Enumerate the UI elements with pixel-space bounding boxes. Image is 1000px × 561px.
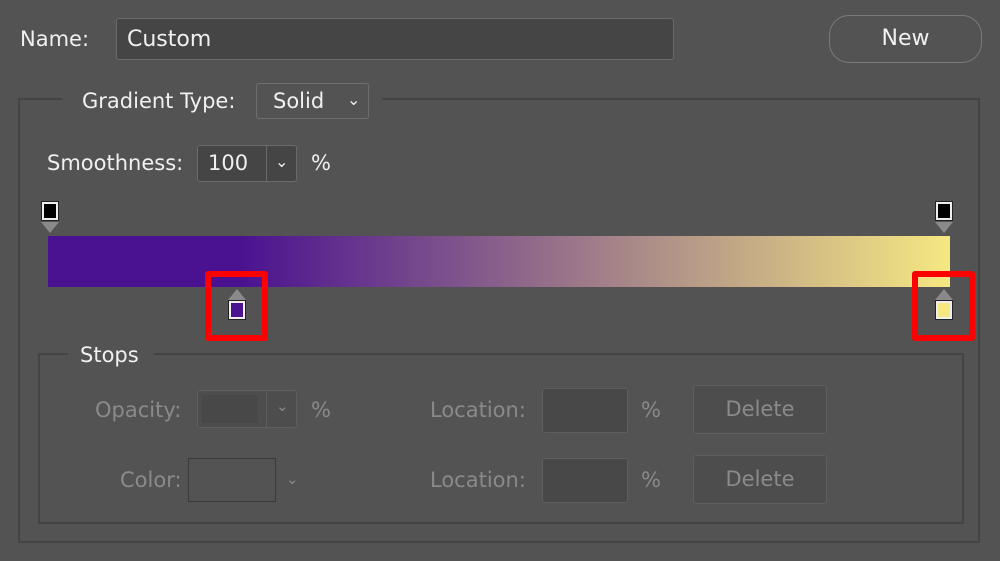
stops-title: Stops <box>80 343 139 367</box>
smoothness-unit: % <box>311 151 331 175</box>
name-input[interactable] <box>116 18 674 60</box>
color-location-label: Location: <box>430 468 526 492</box>
opacity-location-label: Location: <box>430 398 526 422</box>
color-location-input[interactable] <box>542 458 628 503</box>
gradient-type-select[interactable]: Solid ⌄ <box>256 83 369 119</box>
smoothness-label: Smoothness: <box>47 151 184 175</box>
smoothness-value: 100 <box>208 151 249 175</box>
gradient-type-value: Solid <box>273 89 325 113</box>
opacity-stop-pointer <box>935 222 953 233</box>
delete-color-stop-button[interactable]: Delete <box>693 455 827 504</box>
smoothness-input[interactable]: 100 ⌄ <box>197 145 297 182</box>
opacity-input[interactable]: ⌄ <box>197 390 297 428</box>
gradient-type-label: Gradient Type: <box>82 89 236 113</box>
chevron-down-icon[interactable]: ⌄ <box>276 397 289 415</box>
chevron-down-icon[interactable]: ⌄ <box>275 152 288 171</box>
highlight-box <box>205 271 269 341</box>
opacity-location-unit: % <box>641 398 661 422</box>
color-swatch[interactable] <box>188 458 276 502</box>
chevron-down-icon: ⌄ <box>347 90 361 109</box>
delete-opacity-stop-button[interactable]: Delete <box>693 385 827 434</box>
chevron-down-icon[interactable]: ⌄ <box>286 470 299 488</box>
gradient-bar[interactable] <box>48 236 950 287</box>
opacity-stop-right[interactable] <box>935 201 953 221</box>
opacity-unit: % <box>311 398 331 422</box>
color-location-unit: % <box>641 468 661 492</box>
opacity-location-input[interactable] <box>542 388 628 433</box>
color-label: Color: <box>120 468 182 492</box>
opacity-stop-pointer <box>41 222 59 233</box>
new-button[interactable]: New <box>829 15 982 63</box>
opacity-stop-left[interactable] <box>41 201 59 221</box>
name-label: Name: <box>20 27 90 51</box>
opacity-label: Opacity: <box>95 398 182 422</box>
highlight-box <box>912 271 975 341</box>
